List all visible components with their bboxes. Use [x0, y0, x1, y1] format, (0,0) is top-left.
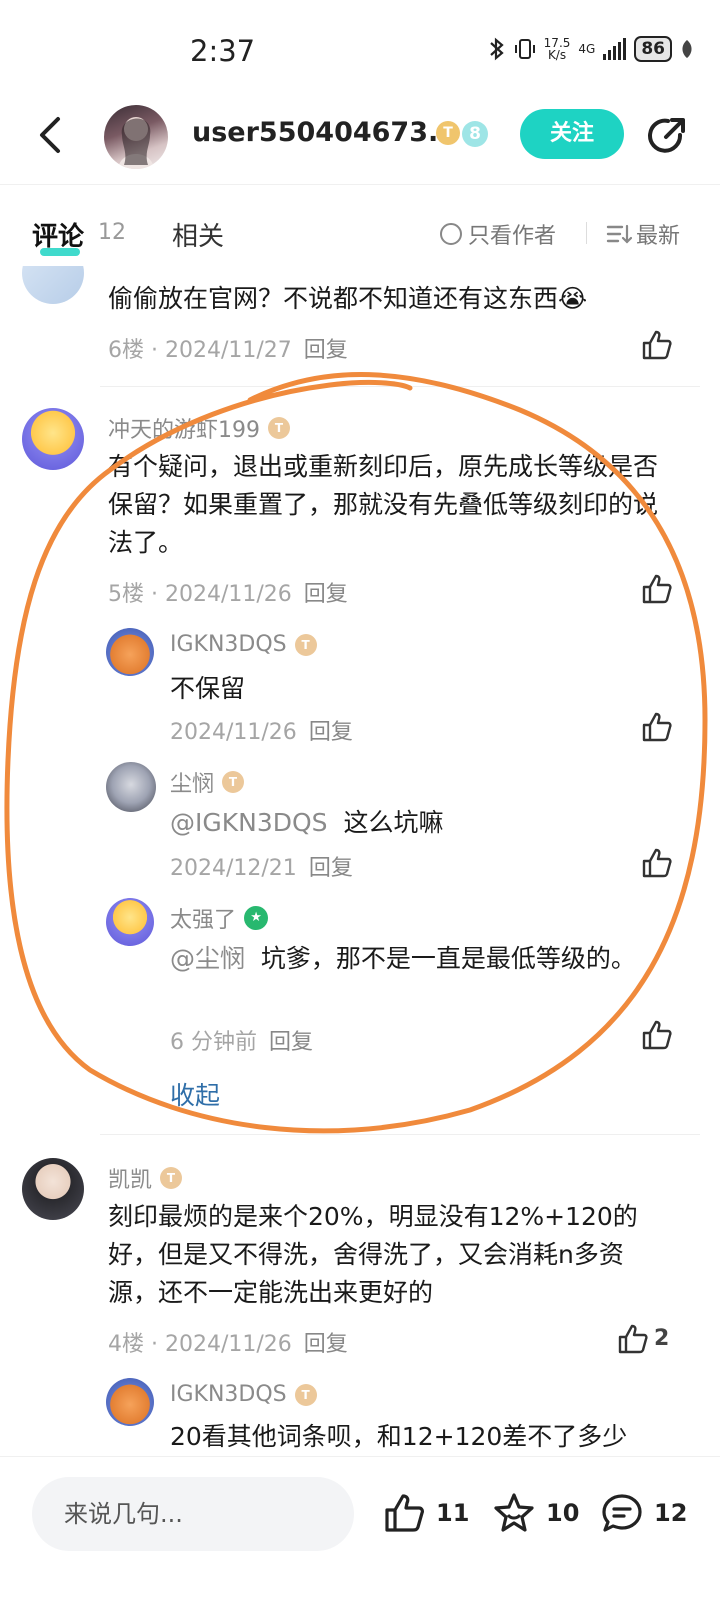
avatar[interactable]: [106, 898, 154, 946]
avatar[interactable]: [106, 628, 154, 676]
author-only-label: 只看作者: [468, 224, 557, 249]
author-badges: T 8: [436, 121, 488, 147]
t-badge-icon: T: [222, 771, 245, 793]
status-icons: 17.5 K/s 4G 86: [488, 36, 694, 62]
bottom-action-bar: 来说几句... 11 10 12: [0, 1456, 720, 1600]
like-icon: [385, 1494, 424, 1532]
leaf-icon: [682, 40, 692, 58]
avatar[interactable]: [22, 408, 84, 470]
reply-button[interactable]: 回复: [304, 1332, 348, 1357]
reply-username[interactable]: IGKN3DQS T: [170, 1382, 317, 1407]
like-icon[interactable]: [640, 710, 674, 744]
divider: [100, 386, 700, 387]
level-badge: 8: [462, 121, 488, 147]
divider: [100, 1134, 700, 1135]
tab-related[interactable]: 相关: [172, 216, 224, 253]
reply-meta: 2024/11/26 回复: [170, 720, 353, 745]
avatar[interactable]: [106, 762, 156, 812]
avatar[interactable]: [22, 266, 84, 304]
t-badge-icon: T: [294, 1383, 317, 1406]
comments-button[interactable]: 12: [600, 1491, 687, 1535]
t-badge-icon: T: [160, 1167, 183, 1189]
reply-button[interactable]: 回复: [304, 582, 348, 607]
like-post-button[interactable]: 11: [382, 1491, 469, 1535]
comment-text: 刻印最烦的是来个20%，明显没有12%+120的好，但是又不得洗，舍得洗了，又会…: [108, 1202, 638, 1307]
reply-username[interactable]: 尘悯 T: [170, 766, 245, 798]
radio-icon: [440, 223, 462, 245]
divider: [586, 222, 587, 244]
author-avatar[interactable]: [104, 105, 168, 169]
t-badge-icon: T: [436, 121, 460, 145]
reply-text: 不保留: [170, 674, 246, 703]
comment-list: 偷偷放在官网？不说都不知道还有这东西😭 6楼 · 2024/11/27 回复 冲天…: [0, 266, 720, 1456]
like-icon[interactable]: [640, 328, 674, 362]
like-count: 11: [436, 1499, 470, 1527]
reply-meta: 6 分钟前 回复: [170, 1030, 314, 1055]
t-badge-icon: T: [268, 417, 290, 439]
tab-comments[interactable]: 评论: [32, 216, 84, 253]
comment-username[interactable]: 凯凯 T: [108, 1162, 183, 1194]
trophy-icon: ★: [244, 906, 269, 930]
comment-meta: 6楼 · 2024/11/27 回复: [108, 338, 348, 363]
net-type: 4G: [578, 42, 596, 56]
author-only-toggle[interactable]: 只看作者: [440, 218, 556, 250]
reply-button[interactable]: 回复: [304, 338, 348, 363]
reply-button[interactable]: 回复: [309, 856, 353, 881]
t-badge-icon: T: [294, 633, 317, 656]
like-icon[interactable]: [640, 846, 674, 880]
reply-meta: 2024/12/21 回复: [170, 856, 353, 881]
reply-text: @IGKN3DQS 这么坑嘛: [170, 808, 444, 837]
comment-icon: [602, 1494, 642, 1532]
author-username[interactable]: user550404673...: [192, 117, 459, 148]
reply-text: 20看其他词条呗，和12+120差不了多少: [170, 1422, 628, 1451]
favorite-count: 10: [546, 1499, 580, 1527]
avatar[interactable]: [106, 1378, 154, 1426]
comment-tabs: 评论 12 相关 只看作者 最新: [0, 196, 720, 266]
reply-button[interactable]: 回复: [309, 720, 353, 745]
collapse-replies-link[interactable]: 收起: [170, 1076, 220, 1112]
like-icon[interactable]: [640, 1018, 674, 1052]
like-icon[interactable]: [640, 572, 674, 606]
comment-text: 有个疑问，退出或重新刻印后，原先成长等级是否保留？如果重置了，那就没有先叠低等级…: [108, 452, 659, 557]
comment-meta: 4楼 · 2024/11/26 回复: [108, 1332, 348, 1357]
comment-count: 12: [654, 1499, 688, 1527]
favorite-button[interactable]: 10: [492, 1491, 579, 1535]
comment-username[interactable]: 冲天的游虾199 T: [108, 412, 290, 444]
status-time: 2:37: [190, 34, 256, 68]
avatar[interactable]: [22, 1158, 84, 1220]
sort-toggle[interactable]: 最新: [606, 218, 680, 250]
signal-icon: [603, 38, 627, 60]
like-count: 2: [654, 1326, 670, 1351]
sort-label: 最新: [636, 224, 681, 249]
reply-button[interactable]: 回复: [269, 1030, 313, 1055]
follow-button[interactable]: 关注: [520, 109, 624, 159]
reply-username[interactable]: 太强了 ★: [170, 902, 269, 934]
mention-link[interactable]: @尘悯: [170, 944, 245, 973]
post-header: user550404673... T 8 关注: [0, 95, 720, 185]
bluetooth-icon: [489, 37, 504, 61]
vibrate-icon: [514, 39, 535, 59]
star-icon: [494, 1493, 534, 1532]
sort-icon: [606, 224, 632, 244]
share-icon[interactable]: [644, 113, 690, 159]
comment-meta: 5楼 · 2024/11/26 回复: [108, 582, 348, 607]
status-bar: 2:37 17.5 K/s 4G 86: [0, 0, 720, 92]
like-icon[interactable]: [616, 1322, 650, 1356]
reply-text: @尘悯 坑爹，那不是一直是最低等级的。: [170, 944, 636, 973]
reply-username[interactable]: IGKN3DQS T: [170, 632, 317, 657]
comment-input[interactable]: 来说几句...: [32, 1477, 354, 1551]
net-speed: 17.5 K/s: [543, 36, 571, 62]
mention-link[interactable]: @IGKN3DQS: [170, 808, 328, 837]
battery-icon: 86: [634, 36, 672, 62]
tab-comments-count: 12: [98, 220, 126, 245]
comment-text: 偷偷放在官网？不说都不知道还有这东西😭: [108, 284, 588, 313]
back-icon[interactable]: [30, 113, 74, 157]
